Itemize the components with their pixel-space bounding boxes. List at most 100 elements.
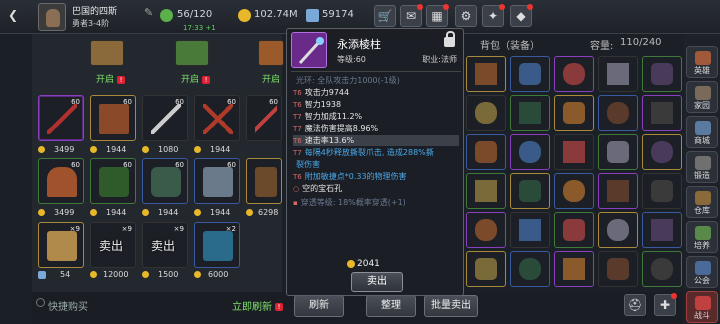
item-slot[interactable]: 60 bbox=[142, 95, 188, 141]
bag-item-slot[interactable] bbox=[642, 134, 682, 170]
chest-open-label[interactable]: 开启! bbox=[181, 72, 211, 85]
item-slot[interactable]: 60 bbox=[194, 158, 240, 204]
sidebar-item-warehouse[interactable]: 仓库 bbox=[686, 186, 718, 218]
bag-item-slot[interactable] bbox=[554, 95, 594, 131]
sidebar-item-guild[interactable]: 公会 bbox=[686, 256, 718, 288]
chest-icon[interactable] bbox=[90, 40, 124, 66]
stat-line: T7 魔法伤害提高8.96% bbox=[293, 123, 459, 134]
bag-item-slot[interactable] bbox=[466, 95, 506, 131]
item-slot[interactable]: ×2 bbox=[194, 222, 240, 268]
sold-out-label: 卖出 bbox=[99, 239, 124, 253]
item-slot[interactable]: 60 bbox=[38, 158, 84, 204]
bag-item-slot[interactable] bbox=[598, 56, 638, 92]
gem-value: 59174 bbox=[322, 9, 354, 20]
bag-item-slot[interactable] bbox=[510, 134, 550, 170]
settings-button[interactable]: ⚙ bbox=[455, 5, 477, 27]
sidebar-item-shop[interactable]: 商城 bbox=[686, 116, 718, 148]
back-arrow-icon[interactable]: ❮ bbox=[2, 5, 24, 27]
bag-icon[interactable]: ✚ bbox=[654, 293, 677, 316]
bag-item-slot[interactable] bbox=[554, 173, 594, 209]
shop-cart-button[interactable]: 🛒 bbox=[374, 5, 396, 27]
bag-item-slot[interactable] bbox=[466, 173, 506, 209]
bag-item-slot[interactable] bbox=[554, 134, 594, 170]
bulk-sell-button[interactable]: 批量卖出 bbox=[424, 295, 478, 317]
refresh-button[interactable]: 刷新 bbox=[294, 295, 344, 317]
chest-icon[interactable] bbox=[258, 40, 284, 66]
item-slot[interactable]: 60 bbox=[90, 158, 136, 204]
bag-item-slot[interactable] bbox=[554, 251, 594, 287]
bag-item-slot[interactable] bbox=[466, 251, 506, 287]
event-button[interactable]: ▦ bbox=[426, 4, 449, 27]
item-slot[interactable]: ×9 bbox=[38, 222, 84, 268]
item-slot[interactable]: 60 bbox=[246, 95, 282, 141]
bag-item-slot[interactable] bbox=[466, 134, 506, 170]
item-slot[interactable]: 60 bbox=[142, 158, 188, 204]
gold-coin-icon bbox=[194, 146, 201, 153]
chest-open-label[interactable]: 开启 bbox=[262, 72, 280, 85]
stat-line: T6 攻击力9744 bbox=[293, 87, 459, 98]
sell-button[interactable]: 卖出 bbox=[351, 272, 403, 292]
bag-item-slot[interactable] bbox=[554, 56, 594, 92]
mail-button[interactable]: ✉ bbox=[400, 4, 423, 27]
bag-item-slot[interactable] bbox=[510, 212, 550, 248]
bag-item-slot[interactable] bbox=[598, 134, 638, 170]
bag-item-slot[interactable] bbox=[642, 173, 682, 209]
bag-item-slot[interactable] bbox=[598, 251, 638, 287]
bottom-bar bbox=[32, 292, 682, 324]
gold-value: 102.74M bbox=[254, 9, 298, 20]
sidebar-item-home[interactable]: 家园 bbox=[686, 81, 718, 113]
item-slot[interactable]: ×9 卖出 bbox=[90, 222, 136, 268]
bag-title: 背包（装备） bbox=[480, 41, 540, 52]
bag-item-slot[interactable] bbox=[466, 56, 506, 92]
bag-item-slot[interactable] bbox=[510, 95, 550, 131]
bag-item-slot[interactable] bbox=[642, 95, 682, 131]
sidebar-item-battle[interactable]: 战斗 bbox=[686, 291, 718, 323]
bag-item-slot[interactable] bbox=[510, 56, 550, 92]
item-slot[interactable]: 60 bbox=[194, 95, 240, 141]
inventory-icon[interactable]: ⛑ bbox=[624, 294, 646, 316]
lock-icon[interactable] bbox=[444, 31, 455, 47]
bag-item-slot[interactable] bbox=[642, 56, 682, 92]
edit-icon[interactable]: ✎ bbox=[144, 6, 153, 19]
bag-item-slot[interactable] bbox=[466, 212, 506, 248]
stat-text: 裂伤害 bbox=[296, 160, 320, 169]
gift-button[interactable]: ◆ bbox=[510, 4, 533, 27]
gold-coin-icon bbox=[38, 209, 45, 216]
bag-item-slot[interactable] bbox=[642, 251, 682, 287]
sidebar-item-forge[interactable]: 锻造 bbox=[686, 151, 718, 183]
item-slot[interactable] bbox=[246, 158, 282, 204]
scroll-icon bbox=[47, 231, 77, 261]
sort-button[interactable]: 整理 bbox=[366, 295, 416, 317]
bag-item-slot[interactable] bbox=[642, 212, 682, 248]
chest-open-label[interactable]: 开启! bbox=[96, 72, 126, 85]
helmet-icon bbox=[47, 167, 77, 197]
avatar[interactable] bbox=[38, 3, 66, 31]
item-slot[interactable]: 60 bbox=[38, 95, 84, 141]
refresh-now-label[interactable]: 立即刷新! bbox=[232, 298, 283, 313]
gem-icon bbox=[306, 9, 319, 22]
item-slot[interactable]: ×9 卖出 bbox=[142, 222, 188, 268]
chest-icon[interactable] bbox=[175, 40, 209, 66]
bag-item-slot[interactable] bbox=[510, 251, 550, 287]
gold-coin-icon bbox=[194, 209, 201, 216]
forge-icon bbox=[695, 156, 711, 170]
stat-line: 光环: 全队攻击力1000(-1级) bbox=[293, 75, 459, 86]
ranking-button[interactable]: ✦ bbox=[482, 4, 505, 27]
quick-buy-label[interactable]: 快捷购买 bbox=[48, 298, 88, 313]
quick-buy-toggle[interactable] bbox=[36, 298, 45, 307]
item-slot[interactable]: 60 bbox=[90, 95, 136, 141]
bag-item-slot[interactable] bbox=[598, 173, 638, 209]
stat-line: T7 每隔4秒释放撕裂爪击, 造成288%撕 bbox=[293, 147, 459, 158]
bag-item-slot[interactable] bbox=[598, 212, 638, 248]
bag-item-slot[interactable] bbox=[554, 212, 594, 248]
gold-coin-icon bbox=[246, 209, 253, 216]
sidebar-item-train[interactable]: 培养 bbox=[686, 221, 718, 253]
boots-icon bbox=[255, 167, 277, 197]
bag-item-slot[interactable] bbox=[598, 95, 638, 131]
sidebar-item-heroes[interactable]: 英雄 bbox=[686, 46, 718, 78]
spellbook-icon bbox=[99, 104, 129, 134]
equipment-icon bbox=[607, 102, 629, 124]
equipment-icon bbox=[519, 63, 541, 85]
bag-item-slot[interactable] bbox=[510, 173, 550, 209]
gold-coin-icon bbox=[238, 9, 251, 22]
